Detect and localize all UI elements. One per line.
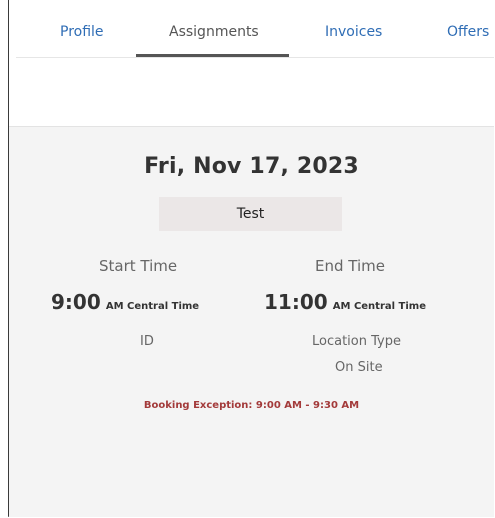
location-type-value: On Site: [335, 360, 383, 375]
tab-assignments[interactable]: Assignments: [169, 24, 259, 40]
tab-invoices[interactable]: Invoices: [325, 24, 382, 40]
location-type-label: Location Type: [312, 334, 401, 349]
id-label: ID: [140, 334, 154, 349]
assignment-panel: Fri, Nov 17, 2023 Test Start Time End Ti…: [9, 126, 494, 517]
end-time-label: End Time: [315, 257, 385, 275]
tab-offers[interactable]: Offers: [447, 24, 489, 40]
tab-bar: Profile Assignments Invoices Offers: [16, 0, 494, 58]
end-time: 11:00 AM Central Time: [264, 290, 426, 314]
end-time-value: 11:00: [264, 290, 328, 314]
assignment-name: Test: [236, 206, 265, 222]
start-time-label: Start Time: [99, 257, 178, 275]
start-time-zone: AM Central Time: [105, 301, 200, 312]
assignment-name-badge: Test: [159, 197, 342, 231]
active-tab-indicator: [136, 54, 289, 57]
end-time-zone: AM Central Time: [332, 301, 426, 312]
start-time: 9:00 AM Central Time: [51, 290, 199, 314]
assignment-date: Fri, Nov 17, 2023: [144, 154, 359, 179]
start-time-value: 9:00: [51, 290, 101, 314]
booking-exception: Booking Exception: 9:00 AM - 9:30 AM: [143, 400, 360, 411]
tab-profile[interactable]: Profile: [60, 24, 104, 40]
